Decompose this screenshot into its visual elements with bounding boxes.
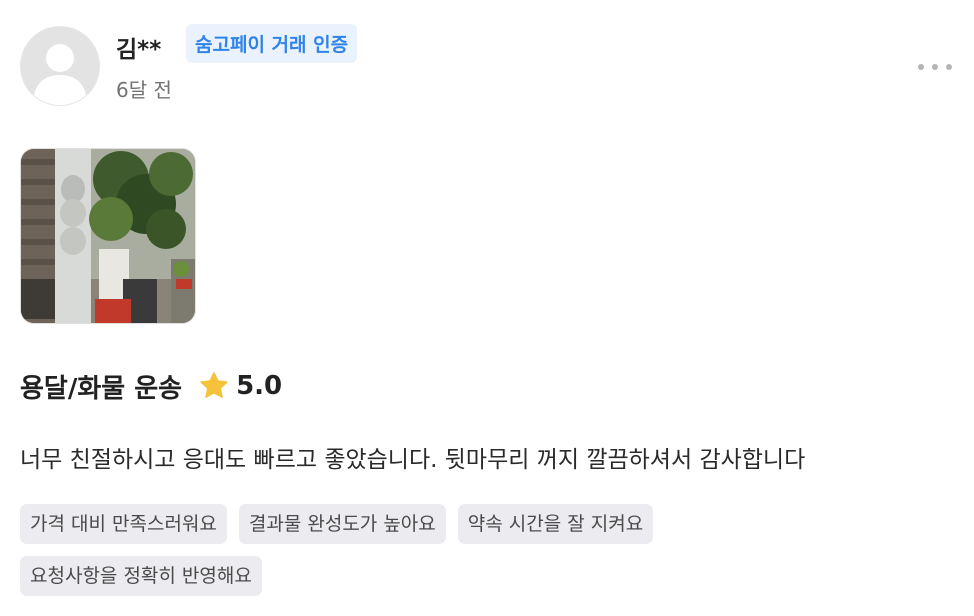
- user-placeholder-icon: [21, 27, 99, 105]
- reviewer-name: 김**: [116, 37, 162, 63]
- service-rating-row: 용달/화물 운송 5.0: [20, 366, 282, 406]
- review-tags: 가격 대비 만족스러워요 결과물 완성도가 높아요 약속 시간을 잘 지켜요 요…: [20, 504, 780, 596]
- rating-value: 5.0: [236, 371, 283, 401]
- review-tag: 결과물 완성도가 높아요: [238, 504, 446, 544]
- more-dot-icon: [918, 64, 924, 70]
- service-name: 용달/화물 운송: [20, 373, 183, 404]
- review-tag: 약속 시간을 잘 지켜요: [457, 504, 654, 544]
- review-text: 너무 친절하시고 응대도 빠르고 좋았습니다. 뒷마무리 꺼지 깔끔하셔서 감사…: [20, 447, 806, 473]
- review-header: 김** 숨고페이 거래 인증 6달 전: [20, 24, 954, 108]
- review-tag: 요청사항을 정확히 반영해요: [20, 556, 262, 596]
- review-time: 6달 전: [116, 78, 172, 102]
- payment-verified-badge: 숨고페이 거래 인증: [186, 24, 358, 63]
- review-photo[interactable]: [20, 148, 196, 324]
- review-tag: 가격 대비 만족스러워요: [20, 504, 227, 544]
- avatar[interactable]: [20, 26, 100, 106]
- star-icon: [200, 372, 228, 398]
- review-photo-image: [21, 149, 195, 323]
- more-options-button[interactable]: [918, 60, 952, 74]
- more-dot-icon: [946, 64, 952, 70]
- more-dot-icon: [932, 64, 938, 70]
